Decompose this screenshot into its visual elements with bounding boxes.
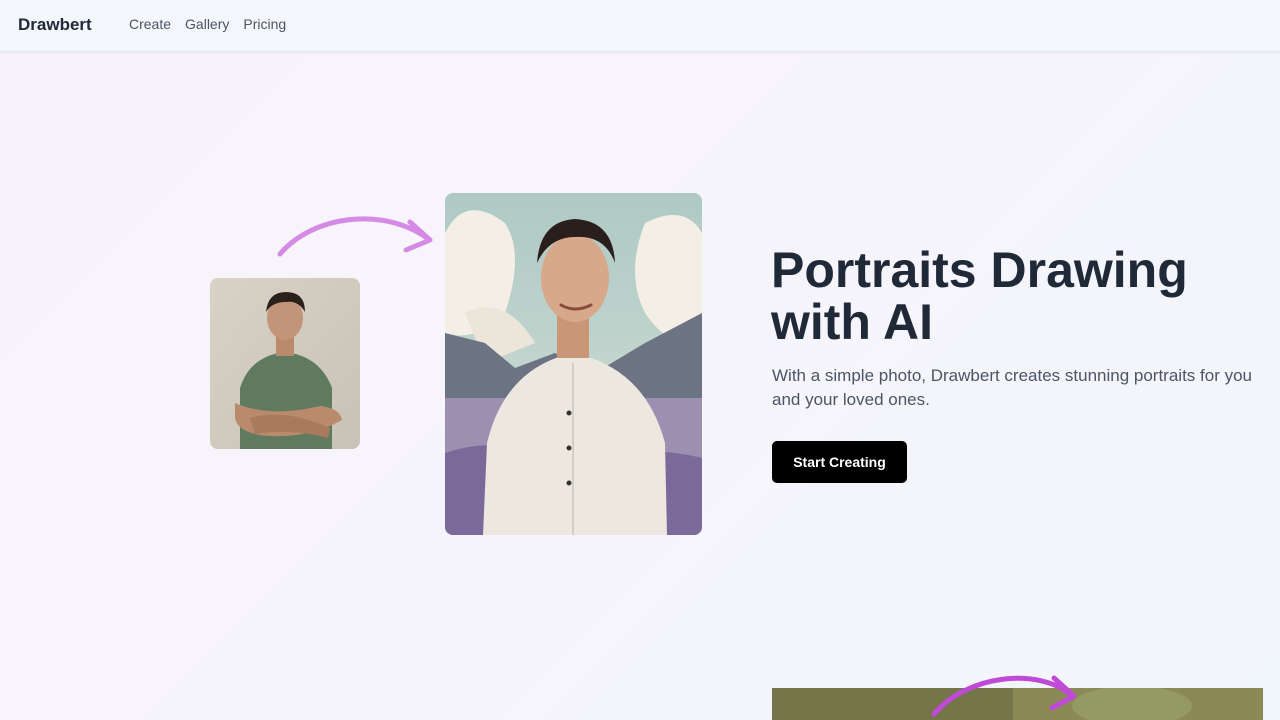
curved-arrow-icon [931,675,1077,717]
hero-subtitle: With a simple photo, Drawbert creates st… [772,366,1252,409]
brand-logo[interactable]: Drawbert [18,15,92,35]
ai-portrait-image [445,193,702,535]
start-creating-button[interactable]: Start Creating [772,441,907,483]
nav-link-pricing[interactable]: Pricing [243,16,286,32]
curved-arrow-icon [277,216,433,257]
hero-title: Portraits Drawing with AI [771,242,1188,350]
top-navbar: Drawbert Create Gallery Pricing [0,0,1280,52]
nav-link-create[interactable]: Create [129,16,171,32]
original-photo [210,278,360,449]
nav-links: Create Gallery Pricing [129,16,286,32]
nav-link-gallery[interactable]: Gallery [185,16,229,32]
